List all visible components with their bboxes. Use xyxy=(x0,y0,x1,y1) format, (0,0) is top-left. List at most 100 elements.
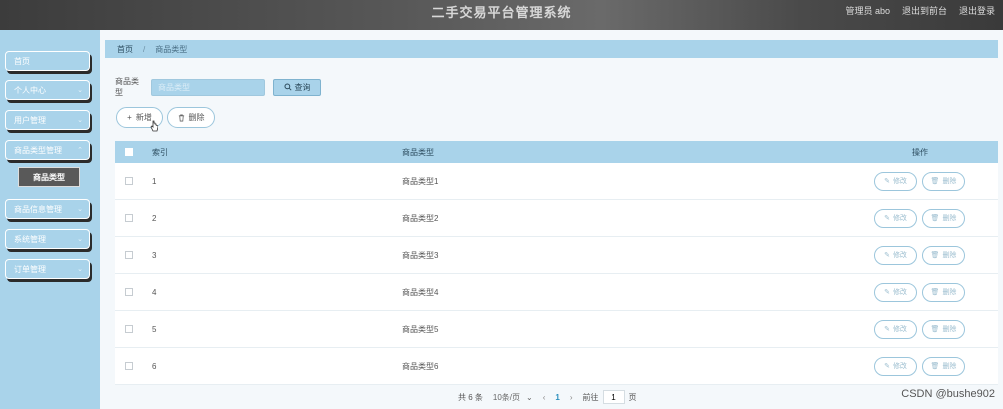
logout-link[interactable]: 退出登录 xyxy=(959,4,995,17)
row-checkbox[interactable] xyxy=(124,288,133,296)
search-bar: 商品类型 查询 xyxy=(115,76,321,98)
query-button-label: 查询 xyxy=(294,82,311,92)
edit-button[interactable]: ✎ 修改 xyxy=(874,208,917,228)
header-index: 索引 xyxy=(152,147,168,157)
sidebar-item-users[interactable]: 用户管理 ⌄ xyxy=(5,110,90,130)
goods-type-table: 索引 商品类型 操作 1 商品类型1 ✎ 修改 🗑 删除 2 商品类型2 ✎ 修改 🗑 删除 3 商品类型… xyxy=(115,141,998,385)
header-name: 商品类型 xyxy=(402,147,434,157)
edit-icon: ✎ xyxy=(884,289,890,296)
user-label: 管理员 abo xyxy=(845,6,890,16)
delete-button[interactable]: 🗑 删除 xyxy=(922,319,965,339)
top-header: 二手交易平台管理系统 管理员 abo 退出到前台 退出登录 xyxy=(0,0,1003,30)
row-index: 1 xyxy=(152,176,157,186)
row-index: 6 xyxy=(152,361,157,371)
trash-icon: 🗑 xyxy=(930,363,940,370)
row-index: 2 xyxy=(152,213,157,223)
sidebar: 首页 个人中心 ⌄ 用户管理 ⌄ 商品类型管理 ⌃ 商品类型 商品信息管理 ⌄ … xyxy=(0,30,100,409)
table-row: 3 商品类型3 ✎ 修改 🗑 删除 xyxy=(115,237,998,274)
delete-button-label: 删除 xyxy=(942,326,957,333)
edit-icon: ✎ xyxy=(884,215,890,222)
row-checkbox[interactable] xyxy=(124,214,133,222)
hand-cursor-icon xyxy=(150,120,158,132)
sidebar-item-label: 商品信息管理 xyxy=(14,204,62,214)
batch-delete-button[interactable]: 删除 xyxy=(167,107,215,128)
sidebar-item-goods-info[interactable]: 商品信息管理 ⌄ xyxy=(5,199,90,219)
edit-button-label: 修改 xyxy=(892,363,907,370)
current-page[interactable]: 1 xyxy=(555,393,559,402)
row-name: 商品类型6 xyxy=(402,361,439,371)
delete-button[interactable]: 🗑 删除 xyxy=(922,171,965,191)
table-row: 6 商品类型6 ✎ 修改 🗑 删除 xyxy=(115,348,998,385)
chevron-down-icon: ⌄ xyxy=(77,87,83,94)
trash-icon: 🗑 xyxy=(930,215,940,222)
edit-button[interactable]: ✎ 修改 xyxy=(874,319,917,339)
goto-input[interactable] xyxy=(602,390,625,404)
sidebar-item-home[interactable]: 首页 xyxy=(5,51,90,71)
delete-button-label: 删除 xyxy=(942,178,957,185)
row-index: 5 xyxy=(152,324,157,334)
row-name: 商品类型1 xyxy=(402,176,439,186)
edit-icon: ✎ xyxy=(884,363,890,370)
header-ops: 操作 xyxy=(912,147,928,157)
trash-icon: 🗑 xyxy=(930,252,940,259)
search-icon xyxy=(283,83,292,91)
edit-button[interactable]: ✎ 修改 xyxy=(874,171,917,191)
chevron-up-icon: ⌃ xyxy=(77,147,83,154)
chevron-down-icon: ⌄ xyxy=(77,206,83,213)
delete-button[interactable]: 🗑 删除 xyxy=(922,282,965,302)
search-input[interactable] xyxy=(151,78,265,96)
sidebar-item-label: 系统管理 xyxy=(14,234,46,244)
search-label: 商品类型 xyxy=(115,77,139,97)
table-row: 5 商品类型5 ✎ 修改 🗑 删除 xyxy=(115,311,998,348)
edit-icon: ✎ xyxy=(884,252,890,259)
chevron-down-icon: ⌄ xyxy=(77,236,83,243)
pagination: 共 6 条 10条/页 ⌄ ‹ 1 › 前往 页 xyxy=(458,390,637,404)
edit-button-label: 修改 xyxy=(892,252,907,259)
delete-button[interactable]: 🗑 删除 xyxy=(922,356,965,376)
row-checkbox[interactable] xyxy=(124,251,133,259)
delete-button-label: 删除 xyxy=(942,215,957,222)
row-name: 商品类型3 xyxy=(402,250,439,260)
delete-button-label: 删除 xyxy=(942,363,957,370)
chevron-down-icon: ⌄ xyxy=(77,266,83,273)
table-row: 1 商品类型1 ✎ 修改 🗑 删除 xyxy=(115,163,998,200)
edit-icon: ✎ xyxy=(884,178,890,185)
goto-page: 前往 页 xyxy=(583,390,637,404)
edit-icon: ✎ xyxy=(884,326,890,333)
row-checkbox[interactable] xyxy=(124,177,133,185)
row-checkbox[interactable] xyxy=(124,362,133,370)
prev-page-icon[interactable]: ‹ xyxy=(543,393,546,402)
page-size-value: 10条/页 xyxy=(492,392,521,402)
edit-button-label: 修改 xyxy=(892,289,907,296)
front-link[interactable]: 退出到前台 xyxy=(902,4,947,17)
page-size-select[interactable]: 10条/页 ⌄ xyxy=(493,392,533,403)
table-row: 4 商品类型4 ✎ 修改 🗑 删除 xyxy=(115,274,998,311)
table-row: 2 商品类型2 ✎ 修改 🗑 删除 xyxy=(115,200,998,237)
delete-button[interactable]: 🗑 删除 xyxy=(922,245,965,265)
edit-button[interactable]: ✎ 修改 xyxy=(874,356,917,376)
row-index: 4 xyxy=(152,287,157,297)
query-button[interactable]: 查询 xyxy=(273,78,321,96)
edit-button[interactable]: ✎ 修改 xyxy=(874,245,917,265)
sidebar-item-label: 个人中心 xyxy=(14,85,46,95)
delete-button-label: 删除 xyxy=(942,252,957,259)
sidebar-item-goods-type[interactable]: 商品类型管理 ⌃ xyxy=(5,140,90,160)
edit-button-label: 修改 xyxy=(892,326,907,333)
sidebar-item-system[interactable]: 系统管理 ⌄ xyxy=(5,229,90,249)
row-checkbox[interactable] xyxy=(124,325,133,333)
sidebar-item-profile[interactable]: 个人中心 ⌄ xyxy=(5,80,90,100)
table-header: 索引 商品类型 操作 xyxy=(115,141,998,163)
sidebar-item-label: 商品类型管理 xyxy=(14,145,62,155)
row-index: 3 xyxy=(152,250,157,260)
breadcrumb-home[interactable]: 首页 xyxy=(117,44,133,55)
delete-button[interactable]: 🗑 删除 xyxy=(922,208,965,228)
submenu-item-goods-type[interactable]: 商品类型 xyxy=(18,167,80,187)
row-name: 商品类型4 xyxy=(402,287,439,297)
select-all-checkbox[interactable] xyxy=(124,148,133,156)
next-page-icon[interactable]: › xyxy=(570,393,573,402)
goto-label: 前往 xyxy=(582,392,599,402)
delete-icon xyxy=(178,114,184,121)
edit-button[interactable]: ✎ 修改 xyxy=(874,282,917,302)
chevron-down-icon: ⌄ xyxy=(526,392,533,402)
sidebar-item-orders[interactable]: 订单管理 ⌄ xyxy=(5,259,90,279)
